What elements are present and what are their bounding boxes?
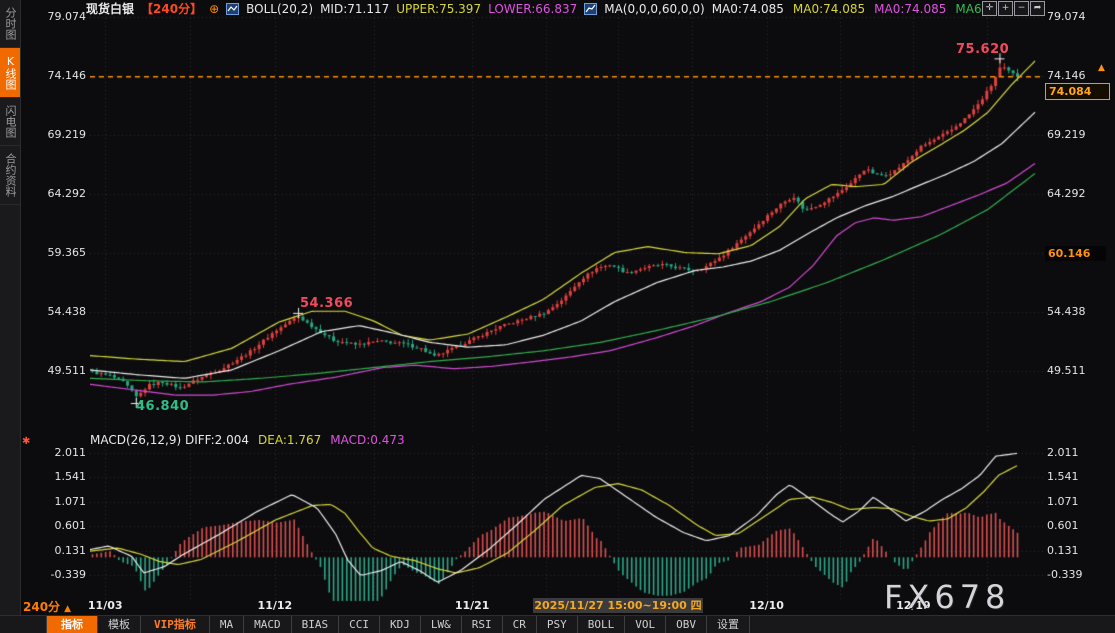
level-price-badge: 60.146 — [1045, 246, 1106, 261]
macd-axis-tick-left: 2.011 — [20, 446, 88, 460]
toolbar-tab-kdj[interactable]: KDJ — [380, 616, 421, 633]
macd-axis-tick-right: 0.601 — [1047, 519, 1113, 533]
low-price-label: 46.840 — [136, 399, 189, 414]
main-axis-tick-right: 69.219 — [1047, 128, 1113, 142]
macd-axis-tick-left: 1.071 — [20, 495, 88, 509]
macd-axis-tick-right: 1.071 — [1047, 495, 1113, 509]
toolbar-tab-macd[interactable]: MACD — [244, 616, 292, 633]
toolbar-tab-lw[interactable]: LW& — [421, 616, 462, 633]
main-axis-tick-left: 69.219 — [20, 128, 88, 142]
macd-axis-tick-left: 0.601 — [20, 519, 88, 533]
toolbar-tab-rsi[interactable]: RSI — [462, 616, 503, 633]
macd-axis-tick-left: 1.541 — [20, 470, 88, 484]
x-axis-tick: 12/10 — [722, 599, 812, 612]
trading-app-window: 分时图K线图闪电图合约资料 现货白银 【240分】 ⊕ BOLL(20,2) M… — [0, 0, 1115, 633]
macd-axis-tick-right: -0.339 — [1047, 568, 1113, 582]
macd-dea-value: DEA:1.767 — [258, 433, 321, 447]
macd-axis-tick-right: 1.541 — [1047, 470, 1113, 484]
toolbar-tab-boll[interactable]: BOLL — [578, 616, 626, 633]
main-axis-tick-left: 49.511 — [20, 364, 88, 378]
toolbar-tab-vip[interactable]: VIP指标 — [141, 616, 210, 633]
candlestick-chart[interactable] — [90, 14, 1043, 432]
sidebar-tab-contract-info[interactable]: 合约资料 — [0, 146, 20, 205]
macd-header: MACD(26,12,9) DIFF:2.004 DEA:1.767 MACD:… — [90, 432, 405, 447]
toolbar-tab-[interactable]: 模板 — [98, 616, 141, 633]
macd-value: MACD:0.473 — [330, 433, 404, 447]
macd-axis-tick-left: 0.131 — [20, 544, 88, 558]
x-axis-tick: 11/03 — [60, 599, 150, 612]
sidebar-tab-time-chart[interactable]: 分时图 — [0, 0, 20, 48]
main-axis-tick-right: 79.074 — [1047, 10, 1113, 24]
macd-axis-tick-right: 0.131 — [1047, 544, 1113, 558]
main-axis-tick-left: 74.146 — [20, 69, 88, 83]
main-axis-tick-left: 79.074 — [20, 10, 88, 24]
x-axis-tick: 11/21 — [427, 599, 517, 612]
x-axis-tick: 11/12 — [230, 599, 320, 612]
toolbar-tab-bias[interactable]: BIAS — [292, 616, 340, 633]
swing-high-label: 54.366 — [300, 296, 353, 311]
macd-name[interactable]: MACD(26,12,9) DIFF:2.004 — [90, 433, 249, 447]
toolbar-tab-obv[interactable]: OBV — [666, 616, 707, 633]
current-session-label: 2025/11/27 15:00~19:00 四 — [533, 598, 703, 613]
high-price-label: 75.620 — [956, 42, 1009, 57]
main-axis-tick-left: 59.365 — [20, 246, 88, 260]
macd-axis-tick-right: 2.011 — [1047, 446, 1113, 460]
toolbar-tab-[interactable]: 设置 — [707, 616, 750, 633]
sidebar-tab-flash-chart[interactable]: 闪电图 — [0, 98, 20, 146]
ma-chart-icon[interactable] — [584, 3, 597, 15]
sidebar-tab-kline[interactable]: K线图 — [0, 48, 20, 98]
boll-chart-icon[interactable] — [226, 3, 239, 15]
toolbar-tab-[interactable]: 指标 — [46, 616, 98, 633]
toolbar-tab-psy[interactable]: PSY — [537, 616, 578, 633]
toolbar-tab-cr[interactable]: CR — [503, 616, 537, 633]
main-axis-tick-right: 74.146 — [1047, 69, 1113, 83]
toolbar-tab-ma[interactable]: MA — [210, 616, 244, 633]
main-axis-tick-right: 54.438 — [1047, 305, 1113, 319]
indicator-toolbar: 指标模板VIP指标MAMACDBIASCCIKDJLW&RSICRPSYBOLL… — [0, 615, 1115, 633]
chart-type-sidebar: 分时图K线图闪电图合约资料 — [0, 0, 21, 615]
main-axis-tick-right: 64.292 — [1047, 187, 1113, 201]
macd-axis-tick-left: -0.339 — [20, 568, 88, 582]
main-axis-tick-right: 49.511 — [1047, 364, 1113, 378]
toolbar-tab-cci[interactable]: CCI — [339, 616, 380, 633]
watermark: FX678 — [884, 578, 1010, 616]
last-price-badge: 74.084 — [1045, 83, 1110, 100]
main-axis-tick-left: 54.438 — [20, 305, 88, 319]
main-axis-tick-left: 64.292 — [20, 187, 88, 201]
toolbar-tab-vol[interactable]: VOL — [625, 616, 666, 633]
